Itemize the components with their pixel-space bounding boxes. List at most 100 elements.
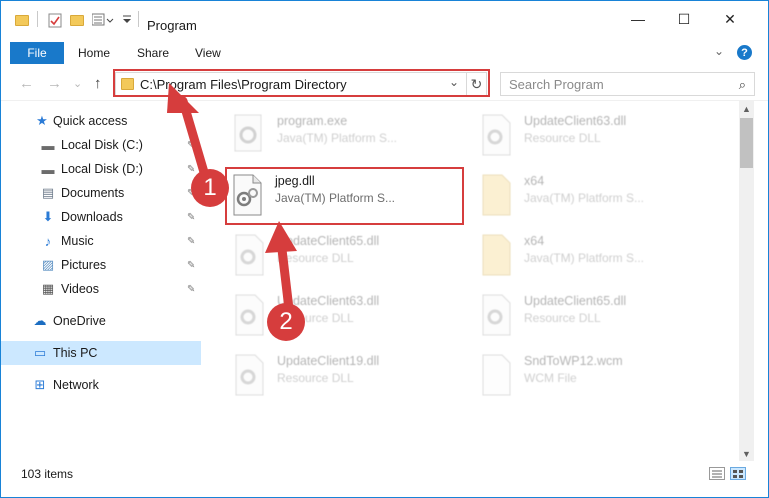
videos-icon: ▦: [41, 281, 55, 296]
sidebar-item-videos[interactable]: ▦ Videos ✎: [1, 277, 201, 301]
sidebar-item-network[interactable]: ⊞ Network: [1, 373, 201, 397]
star-icon: ★: [36, 113, 48, 128]
file-name: x64: [524, 174, 545, 188]
item-count: 103 items: [21, 467, 74, 481]
file-name: x64: [524, 234, 545, 248]
sidebar-item-label: Network: [53, 378, 99, 392]
network-icon: ⊞: [34, 377, 46, 392]
sidebar-item-label: Local Disk (C:): [61, 138, 143, 152]
file-explorer-window: Program — ☐ ✕ File Home Share View ⌄ ? ←…: [0, 0, 769, 498]
sidebar-item-label: Pictures: [61, 258, 107, 272]
title-separator: [138, 11, 139, 27]
computer-icon: ▭: [33, 345, 47, 360]
file-type: Java(TM) Platform S...: [524, 251, 645, 265]
music-icon: ♪: [44, 233, 52, 249]
pin-icon: ✎: [187, 235, 196, 247]
file-name: UpdateClient65.dll: [524, 294, 627, 308]
step-badge-2: 2: [267, 303, 305, 341]
sidebar-item-label: Documents: [61, 186, 125, 200]
file-item[interactable]: SndToWP12.wcm WCM File: [478, 349, 708, 399]
tab-file[interactable]: File: [10, 42, 64, 64]
properties-icon[interactable]: [48, 13, 64, 28]
sidebar-item-label: Local Disk (D:): [61, 162, 143, 176]
tab-home[interactable]: Home: [78, 46, 110, 60]
folder-icon: [15, 13, 31, 27]
maximize-button[interactable]: ☐: [661, 1, 707, 37]
file-type: Java(TM) Platform S...: [524, 191, 645, 205]
sidebar-item-local-disk-d[interactable]: ▬ Local Disk (D:) ✎: [1, 157, 201, 181]
sidebar-item-pictures[interactable]: ▨ Pictures ✎: [1, 253, 201, 277]
search-box[interactable]: Search Program ⌕: [500, 72, 755, 96]
drive-icon: ▬: [41, 137, 55, 153]
file-item[interactable]: UpdateClient63.dll Resource DLL: [478, 109, 708, 159]
new-folder-icon[interactable]: [70, 13, 86, 27]
file-type: Java(TM) Platform S...: [277, 131, 398, 145]
file-name: SndToWP12.wcm: [524, 354, 623, 368]
blank-file-icon: [482, 354, 511, 396]
sidebar-item-onedrive[interactable]: ☁ OneDrive: [1, 309, 201, 333]
dll-gear-icon: [235, 294, 264, 336]
file-name: UpdateClient65.dll: [277, 234, 380, 248]
expand-ribbon-icon[interactable]: ⌄: [714, 44, 724, 58]
minimize-button[interactable]: —: [615, 1, 661, 37]
back-button[interactable]: ←: [19, 75, 34, 92]
pin-icon: ✎: [187, 163, 196, 175]
forward-button[interactable]: →: [47, 75, 62, 92]
file-item[interactable]: UpdateClient63.dll Resource DLL: [231, 289, 461, 339]
file-name: program.exe: [277, 114, 348, 128]
scroll-up-icon[interactable]: ▲: [739, 101, 754, 116]
sidebar-item-label: Music: [61, 234, 94, 248]
download-icon: ⬇: [42, 209, 54, 224]
file-item[interactable]: UpdateClient65.dll Resource DLL: [231, 229, 461, 279]
file-item[interactable]: x64 Java(TM) Platform S...: [478, 229, 708, 279]
sidebar-item-documents[interactable]: ▤ Documents ✎: [1, 181, 201, 205]
step-badge-1: 1: [191, 169, 229, 207]
quick-access-dropdown-icon[interactable]: [122, 13, 138, 27]
cloud-icon: ☁: [33, 313, 47, 328]
title-separator: [37, 11, 38, 27]
scroll-down-icon[interactable]: ▼: [739, 446, 754, 461]
dll-gear-icon: [482, 294, 511, 336]
dll-gear-icon: [235, 354, 264, 396]
file-item[interactable]: UpdateClient19.dll Resource DLL: [231, 349, 461, 399]
search-icon[interactable]: ⌕: [739, 77, 746, 93]
close-button[interactable]: ✕: [707, 1, 753, 37]
pin-icon: ✎: [187, 211, 196, 223]
pictures-icon: ▨: [41, 257, 55, 272]
sidebar-item-downloads[interactable]: ⬇ Downloads ✎: [1, 205, 201, 229]
details-view-icon[interactable]: [709, 467, 725, 480]
sidebar-item-local-disk-c[interactable]: ▬ Local Disk (C:) ✎: [1, 133, 201, 157]
help-icon[interactable]: ?: [737, 45, 752, 60]
file-item[interactable]: UpdateClient65.dll Resource DLL: [478, 289, 708, 339]
file-item[interactable]: x64 Java(TM) Platform S...: [478, 169, 708, 219]
pin-icon: ✎: [187, 283, 196, 295]
folder-file-icon: [482, 234, 511, 276]
scroll-thumb[interactable]: [740, 118, 753, 168]
large-icons-view-icon[interactable]: [730, 467, 746, 480]
ribbon-tabs: File Home Share View ⌄ ?: [1, 42, 768, 64]
dll-gear-icon: [235, 234, 264, 276]
tab-share[interactable]: Share: [137, 46, 169, 60]
sidebar-item-label: OneDrive: [53, 314, 106, 328]
file-type: Resource DLL: [524, 311, 601, 325]
file-type: Resource DLL: [277, 251, 354, 265]
recent-locations-button[interactable]: ⌄: [73, 77, 82, 90]
file-type: Resource DLL: [524, 131, 601, 145]
search-input[interactable]: Search Program: [509, 77, 604, 92]
tab-view[interactable]: View: [195, 46, 221, 60]
sidebar-item-this-pc[interactable]: ▭ This PC: [1, 341, 201, 365]
file-highlight: [225, 167, 464, 225]
vertical-scrollbar[interactable]: ▲ ▼: [739, 101, 754, 461]
documents-icon: ▤: [41, 185, 55, 200]
address-bar-highlight: [113, 69, 490, 97]
window-title: Program: [147, 18, 197, 33]
file-item[interactable]: program.exe Java(TM) Platform S...: [231, 109, 461, 159]
customize-toolbar-icon[interactable]: [91, 13, 114, 27]
up-button[interactable]: ↑: [94, 75, 102, 92]
sidebar-item-label: Videos: [61, 282, 99, 296]
sidebar-item-quick-access[interactable]: ★ Quick access: [1, 109, 201, 133]
status-bar: 103 items: [1, 461, 768, 485]
title-bar: Program — ☐ ✕: [1, 1, 768, 37]
pin-icon: ✎: [187, 259, 196, 271]
sidebar-item-music[interactable]: ♪ Music ✎: [1, 229, 201, 253]
